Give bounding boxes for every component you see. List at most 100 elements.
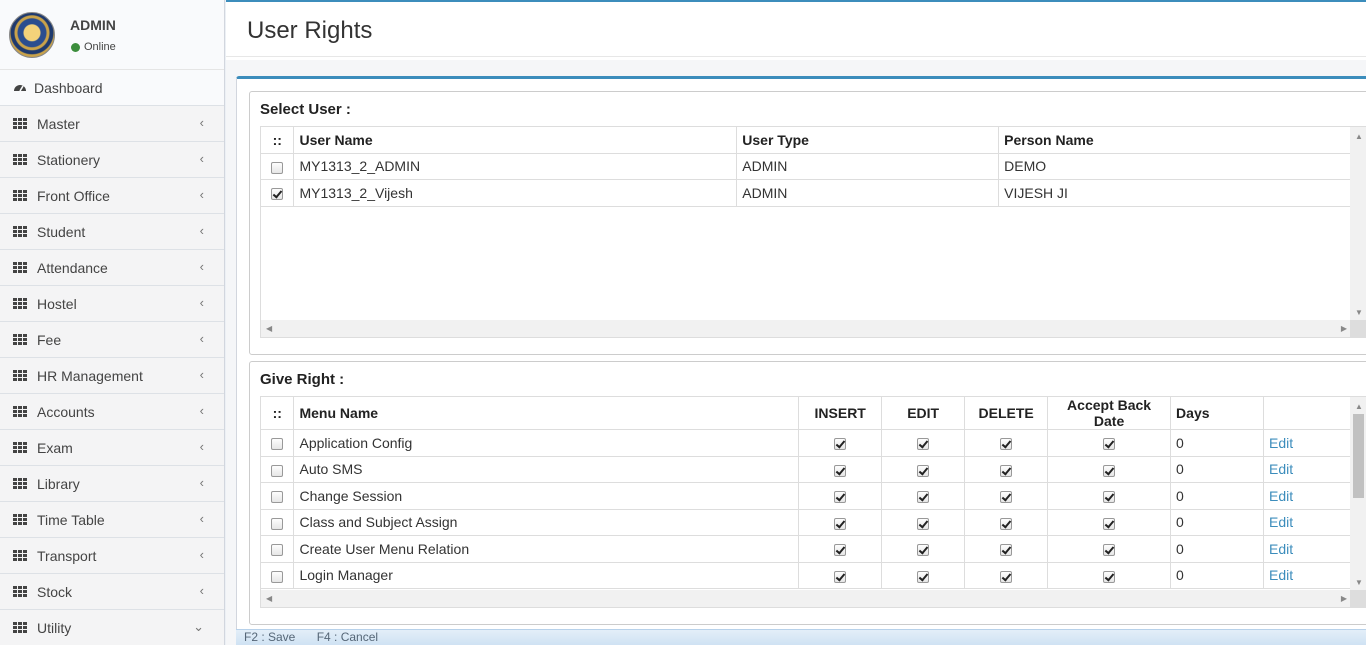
column-header[interactable]: Person Name <box>998 127 1351 154</box>
delete-checkbox[interactable] <box>1000 464 1013 477</box>
table-row[interactable]: Create User Menu Relation 0 Edit <box>261 535 1351 563</box>
menu-select-checkbox[interactable] <box>271 438 284 451</box>
delete-checkbox[interactable] <box>1000 570 1013 583</box>
accept-back-date-checkbox[interactable] <box>1103 544 1116 557</box>
table-row[interactable]: Class and Subject Assign 0 Edit <box>261 509 1351 536</box>
grid-icon <box>13 550 28 561</box>
column-header[interactable]: User Type <box>736 127 1000 154</box>
insert-cell <box>798 429 883 457</box>
insert-checkbox[interactable] <box>834 544 847 557</box>
select-user-hscroll[interactable]: ◀ ▶ <box>261 320 1352 337</box>
sidebar-item-accounts[interactable]: Accounts ‹ <box>0 394 224 430</box>
edit-checkbox[interactable] <box>917 544 930 557</box>
table-row[interactable]: MY1313_2_Vijesh ADMIN VIJESH JI <box>261 179 1351 207</box>
column-header[interactable]: Menu Name <box>293 397 800 430</box>
sidebar-item-hr-management[interactable]: HR Management ‹ <box>0 358 224 394</box>
menu-select-checkbox[interactable] <box>271 517 284 530</box>
page-title: User Rights <box>247 17 373 44</box>
give-right-vscroll[interactable]: ▲ ▼ <box>1350 397 1366 591</box>
accept-back-date-checkbox[interactable] <box>1103 438 1116 451</box>
column-header[interactable]: User Name <box>293 127 738 154</box>
column-header[interactable]: DELETE <box>964 397 1049 430</box>
accept-back-date-checkbox[interactable] <box>1103 517 1116 530</box>
chevron-left-icon: ‹ <box>199 295 204 310</box>
column-header[interactable]: EDIT <box>881 397 966 430</box>
table-row[interactable]: Change Session 0 Edit <box>261 482 1351 510</box>
column-header[interactable] <box>1263 397 1351 430</box>
insert-checkbox[interactable] <box>834 438 847 451</box>
scroll-up-icon[interactable]: ▲ <box>1355 402 1363 411</box>
edit-link[interactable]: Edit <box>1269 435 1293 451</box>
table-row[interactable]: Application Config 0 Edit <box>261 429 1351 457</box>
column-header[interactable]: Days <box>1170 397 1264 430</box>
sidebar-item-master[interactable]: Master ‹ <box>0 106 224 142</box>
column-header[interactable]: Accept Back Date <box>1047 397 1172 430</box>
delete-checkbox[interactable] <box>1000 438 1013 451</box>
menu-select-checkbox[interactable] <box>271 544 284 557</box>
table-row[interactable]: Auto SMS 0 Edit <box>261 456 1351 483</box>
scroll-right-icon[interactable]: ▶ <box>1341 594 1347 603</box>
sidebar-item-stationery[interactable]: Stationery ‹ <box>0 142 224 178</box>
sidebar-item-transport[interactable]: Transport ‹ <box>0 538 224 574</box>
edit-checkbox[interactable] <box>917 438 930 451</box>
scroll-down-icon[interactable]: ▼ <box>1355 308 1363 317</box>
accept-back-date-checkbox[interactable] <box>1103 570 1116 583</box>
column-header[interactable]: :: <box>261 397 295 430</box>
edit-checkbox[interactable] <box>917 491 930 504</box>
sidebar-item-library[interactable]: Library ‹ <box>0 466 224 502</box>
scroll-down-icon[interactable]: ▼ <box>1355 578 1363 587</box>
sidebar-item-stock[interactable]: Stock ‹ <box>0 574 224 610</box>
user-select-checkbox[interactable] <box>271 161 284 174</box>
insert-checkbox[interactable] <box>834 517 847 530</box>
select-user-vscroll[interactable]: ▲ ▼ <box>1350 127 1366 321</box>
user-select-checkbox[interactable] <box>271 188 284 201</box>
menu-name-cell: Create User Menu Relation <box>293 535 800 563</box>
edit-cell <box>881 456 966 483</box>
sidebar-item-utility[interactable]: Utility ⌄ <box>0 610 224 645</box>
scroll-left-icon[interactable]: ◀ <box>266 594 272 603</box>
insert-checkbox[interactable] <box>834 491 847 504</box>
accept-back-date-checkbox[interactable] <box>1103 491 1116 504</box>
edit-checkbox[interactable] <box>917 570 930 583</box>
sidebar-item-dashboard[interactable]: Dashboard <box>0 70 224 106</box>
give-right-hscroll[interactable]: ◀ ▶ <box>261 590 1352 607</box>
delete-cell <box>964 509 1049 536</box>
insert-checkbox[interactable] <box>834 464 847 477</box>
delete-checkbox[interactable] <box>1000 517 1013 530</box>
column-header[interactable]: :: <box>261 127 295 154</box>
scroll-right-icon[interactable]: ▶ <box>1341 324 1347 333</box>
column-header[interactable]: INSERT <box>798 397 883 430</box>
accept-back-date-cell <box>1047 562 1172 589</box>
save-shortcut[interactable]: F2 : Save <box>244 630 295 644</box>
edit-link[interactable]: Edit <box>1269 488 1293 504</box>
edit-link[interactable]: Edit <box>1269 567 1293 583</box>
sidebar-item-front-office[interactable]: Front Office ‹ <box>0 178 224 214</box>
sidebar-item-student[interactable]: Student ‹ <box>0 214 224 250</box>
scroll-left-icon[interactable]: ◀ <box>266 324 272 333</box>
menu-name-cell: Application Config <box>293 429 800 457</box>
menu-select-checkbox[interactable] <box>271 464 284 477</box>
edit-checkbox[interactable] <box>917 517 930 530</box>
edit-link[interactable]: Edit <box>1269 514 1293 530</box>
delete-checkbox[interactable] <box>1000 544 1013 557</box>
sidebar-item-attendance[interactable]: Attendance ‹ <box>0 250 224 286</box>
insert-checkbox[interactable] <box>834 570 847 583</box>
menu-select-checkbox[interactable] <box>271 491 284 504</box>
sidebar-item-exam[interactable]: Exam ‹ <box>0 430 224 466</box>
delete-checkbox[interactable] <box>1000 491 1013 504</box>
sidebar-item-fee[interactable]: Fee ‹ <box>0 322 224 358</box>
edit-link[interactable]: Edit <box>1269 461 1293 477</box>
cancel-shortcut[interactable]: F4 : Cancel <box>317 630 378 644</box>
scroll-thumb[interactable] <box>1353 414 1364 498</box>
menu-select-checkbox[interactable] <box>271 570 284 583</box>
sidebar-item-time-table[interactable]: Time Table ‹ <box>0 502 224 538</box>
scroll-up-icon[interactable]: ▲ <box>1355 132 1363 141</box>
sidebar-item-hostel[interactable]: Hostel ‹ <box>0 286 224 322</box>
edit-checkbox[interactable] <box>917 464 930 477</box>
edit-link[interactable]: Edit <box>1269 541 1293 557</box>
table-row[interactable]: Login Manager 0 Edit <box>261 562 1351 589</box>
accept-back-date-checkbox[interactable] <box>1103 464 1116 477</box>
give-right-grid: :: Menu Name INSERT EDIT DELETE Accept Back D… <box>260 396 1366 608</box>
table-row[interactable]: MY1313_2_ADMIN ADMIN DEMO <box>261 153 1351 180</box>
online-dot-icon <box>71 42 80 52</box>
